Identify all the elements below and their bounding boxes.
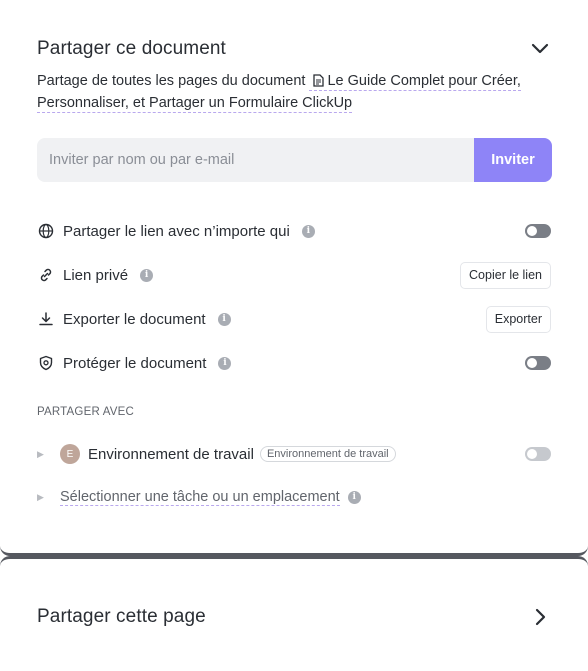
- export-button[interactable]: Exporter: [485, 305, 551, 333]
- private-link-row: Lien privé i Copier le lien: [37, 261, 551, 289]
- workspace-row: ▶ E Environnement de travail Environneme…: [37, 440, 551, 468]
- select-location-link[interactable]: Sélectionner une tâche ou un emplacement: [60, 489, 340, 506]
- invite-button[interactable]: Inviter: [474, 138, 552, 182]
- shield-icon: [37, 354, 55, 372]
- private-link-label: Lien privé: [63, 266, 129, 284]
- share-with-label: PARTAGER AVEC: [37, 406, 134, 418]
- export-row: Exporter le document i Exporter: [37, 305, 551, 333]
- invite-input[interactable]: [37, 138, 474, 182]
- info-icon[interactable]: i: [301, 224, 315, 238]
- avatar: E: [60, 444, 80, 464]
- public-link-row: Partager le lien avec n’importe qui i: [37, 217, 551, 245]
- share-page-panel: Partager cette page: [0, 556, 588, 671]
- link-icon: [37, 266, 55, 284]
- share-description-prefix: Partage de toutes les pages du document: [37, 73, 306, 89]
- invite-bar: Inviter: [37, 138, 552, 182]
- info-icon[interactable]: i: [347, 490, 361, 504]
- share-document-panel: Partager ce document Partage de toutes l…: [0, 0, 588, 556]
- info-icon[interactable]: i: [217, 312, 231, 326]
- caret-right-icon[interactable]: ▶: [37, 449, 51, 460]
- caret-right-icon[interactable]: ▶: [37, 492, 51, 503]
- chevron-right-icon[interactable]: [529, 606, 551, 628]
- globe-icon: [37, 222, 55, 240]
- share-page-header[interactable]: Partager cette page: [37, 604, 551, 630]
- info-icon[interactable]: i: [140, 268, 154, 282]
- workspace-name: Environnement de travail: [88, 445, 254, 463]
- public-link-toggle[interactable]: [525, 224, 551, 238]
- select-location-row: ▶ Sélectionner une tâche ou un emplaceme…: [37, 483, 551, 511]
- share-document-header[interactable]: Partager ce document: [37, 36, 551, 62]
- workspace-toggle[interactable]: [525, 447, 551, 461]
- share-page-title: Partager cette page: [37, 606, 206, 627]
- protect-row: Protéger le document i: [37, 349, 551, 377]
- workspace-badge: Environnement de travail: [259, 446, 396, 462]
- export-label: Exporter le document: [63, 310, 206, 328]
- protect-toggle[interactable]: [525, 356, 551, 370]
- document-icon: [313, 74, 325, 87]
- download-icon: [37, 310, 55, 328]
- share-document-title: Partager ce document: [37, 38, 226, 59]
- protect-label: Protéger le document: [63, 354, 207, 372]
- share-description: Partage de toutes les pages du document …: [37, 70, 557, 114]
- info-icon[interactable]: i: [218, 356, 232, 370]
- chevron-down-icon[interactable]: [529, 38, 551, 60]
- public-link-label: Partager le lien avec n’importe qui: [63, 222, 290, 240]
- copy-link-button[interactable]: Copier le lien: [460, 261, 551, 289]
